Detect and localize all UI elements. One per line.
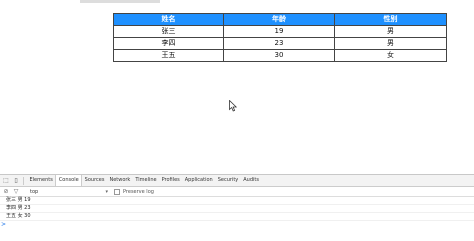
devtools-panel: ⬚ ▯ Elements Console Sources Network Tim… [0,174,474,241]
devtools-tab-bar: ⬚ ▯ Elements Console Sources Network Tim… [0,175,474,187]
cell-name: 张三 [113,25,224,38]
divider [23,176,24,185]
preserve-log-label: Preserve log [123,188,154,195]
console-prompt[interactable]: > [0,221,474,228]
tab-network[interactable]: Network [107,175,133,186]
cell-age: 19 [223,25,335,38]
cell-gender: 男 [334,25,447,38]
tab-sources[interactable]: Sources [82,175,107,186]
people-table: 姓名 年龄 性别 张三 19 男 李四 23 男 王五 30 女 [113,13,447,62]
header-age: 年龄 [223,13,335,26]
cell-name: 王五 [113,49,224,62]
console-toolbar: ⊘ ▽ top ▾ Preserve log [0,187,474,197]
header-name: 姓名 [113,13,224,26]
tab-console[interactable]: Console [55,175,83,186]
filter-icon[interactable]: ▽ [12,188,20,195]
table-header-row: 姓名 年龄 性别 [113,13,447,26]
console-line: 张三 男 19 [0,197,474,205]
tab-security[interactable]: Security [215,175,241,186]
console-line: 王五 女 30 [0,213,474,221]
table-row: 张三 19 男 [113,25,447,38]
mouse-cursor-icon [229,100,237,112]
tab-elements[interactable]: Elements [27,175,55,186]
chevron-down-icon: ▾ [105,188,108,195]
header-gender: 性别 [334,13,447,26]
table-row: 李四 23 男 [113,37,447,50]
cell-age: 23 [223,37,335,50]
cell-gender: 女 [334,49,447,62]
inspect-element-icon[interactable]: ⬚ [2,177,10,185]
cell-gender: 男 [334,37,447,50]
cell-name: 李四 [113,37,224,50]
clear-console-icon[interactable]: ⊘ [2,188,10,195]
preserve-log-checkbox[interactable]: Preserve log [114,188,154,195]
cell-age: 30 [223,49,335,62]
tab-timeline[interactable]: Timeline [133,175,159,186]
checkbox-box [114,188,120,195]
table-row: 王五 30 女 [113,49,447,62]
page-top-edge [80,0,160,3]
tab-profiles[interactable]: Profiles [159,175,182,186]
frame-select[interactable]: top ▾ [30,189,108,195]
tab-application[interactable]: Application [182,175,215,186]
tab-audits[interactable]: Audits [241,175,262,186]
frame-select-value: top [30,188,39,195]
console-line: 李四 男 23 [0,205,474,213]
device-toolbar-icon[interactable]: ▯ [12,177,20,185]
console-output: 张三 男 19 李四 男 23 王五 女 30 > [0,197,474,228]
